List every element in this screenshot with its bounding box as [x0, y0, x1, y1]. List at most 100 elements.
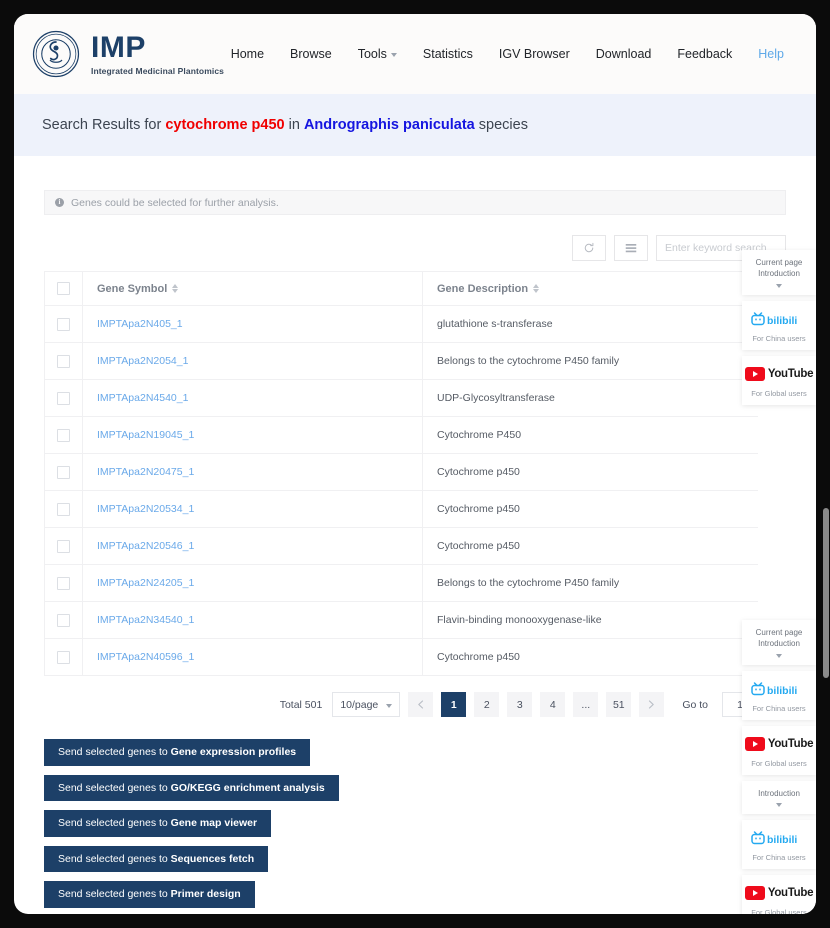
nav-label: Statistics: [422, 47, 473, 61]
bilibili-card[interactable]: bilibili For China users: [742, 300, 816, 350]
action-buttons: Send selected genes to Gene expression p…: [44, 739, 786, 914]
bilibili-logo: bilibili: [751, 309, 807, 329]
gene-symbol-link[interactable]: IMPTApa2N2054_1: [97, 355, 188, 367]
row-checkbox[interactable]: [57, 391, 70, 405]
column-settings-button[interactable]: [614, 235, 648, 261]
select-all-header: [44, 271, 83, 306]
intro-line-2: Introduction: [758, 788, 800, 798]
gene-symbol-link[interactable]: IMPTApa2N24205_1: [97, 577, 194, 589]
gene-symbol-link[interactable]: IMPTApa2N20534_1: [97, 503, 194, 515]
svg-text:bilibili: bilibili: [767, 315, 797, 327]
send-to-gene-map-viewer-button[interactable]: Send selected genes to Gene map viewer: [44, 810, 272, 837]
pagination-total: Total 501: [279, 698, 323, 711]
pagination-page-1[interactable]: 1: [441, 692, 467, 717]
gene-symbol-cell: IMPTApa2N24205_1: [82, 564, 423, 602]
youtube-card[interactable]: YouTube For Global users: [742, 725, 816, 775]
pagination-goto-label: Go to: [682, 698, 708, 711]
chevron-down-icon[interactable]: [776, 283, 782, 288]
page-scrollbar[interactable]: [822, 0, 830, 928]
send-to-primer-design-button[interactable]: Send selected genes to Primer design: [44, 881, 255, 908]
gene-symbol-link[interactable]: IMPTApa2N20546_1: [97, 540, 194, 552]
intro-line-2: Introduction: [758, 638, 800, 648]
bilibili-card[interactable]: bilibili For China users: [742, 820, 816, 870]
row-checkbox[interactable]: [57, 613, 70, 627]
send-to-gene-expression-profiles-button[interactable]: Send selected genes to Gene expression p…: [44, 739, 311, 766]
youtube-card[interactable]: YouTube For Global users: [742, 875, 816, 914]
gene-symbol-link[interactable]: IMPTApa2N40596_1: [97, 651, 194, 663]
pagination-page-3[interactable]: 3: [507, 692, 533, 717]
gene-symbol-link[interactable]: IMPTApa2N4540_1: [97, 392, 188, 404]
nav-item-igv-browser[interactable]: IGV Browser: [499, 47, 570, 61]
sort-icon[interactable]: [172, 284, 179, 293]
chevron-down-icon[interactable]: [776, 803, 782, 808]
row-select-cell: [44, 453, 83, 491]
app-page: IMP Integrated Medicinal Plantomics Home…: [14, 14, 816, 914]
pagination-page-4[interactable]: 4: [540, 692, 566, 717]
action-target: GO/KEGG enrichment analysis: [170, 781, 325, 794]
select-all-checkbox[interactable]: [57, 282, 70, 295]
bilibili-icon: bilibili: [751, 681, 797, 697]
bilibili-card[interactable]: bilibili For China users: [742, 670, 816, 720]
current-page-introduction-card[interactable]: Current page Introduction: [742, 620, 816, 665]
table-row: IMPTApa2N40596_1 Cytochrome p450: [44, 638, 758, 676]
row-select-cell: [44, 564, 83, 602]
nav-item-home[interactable]: Home: [231, 47, 264, 61]
pagination-next[interactable]: [639, 692, 665, 717]
row-select-cell: [44, 490, 83, 528]
refresh-button[interactable]: [572, 235, 606, 261]
brand-logo[interactable]: IMP Integrated Medicinal Plantomics: [32, 30, 224, 78]
gene-symbol-link[interactable]: IMPTApa2N20475_1: [97, 466, 194, 478]
nav-item-feedback[interactable]: Feedback: [677, 47, 732, 61]
header-gene-description[interactable]: Gene Description: [422, 271, 758, 306]
action-prefix: Send selected genes to: [58, 852, 171, 865]
row-checkbox[interactable]: [57, 502, 70, 516]
gene-symbol-link[interactable]: IMPTApa2N34540_1: [97, 614, 194, 626]
scrollbar-thumb[interactable]: [823, 508, 829, 678]
row-checkbox[interactable]: [57, 465, 70, 479]
youtube-logo: YouTube: [744, 734, 814, 754]
youtube-card[interactable]: YouTube For Global users: [742, 355, 816, 405]
chevron-down-icon[interactable]: [776, 653, 782, 658]
nav-item-download[interactable]: Download: [596, 47, 652, 61]
gene-symbol-cell: IMPTApa2N20546_1: [82, 527, 423, 565]
info-alert-text: Genes could be selected for further anal…: [71, 196, 279, 209]
youtube-badge: YouTube: [744, 366, 814, 381]
header-gene-symbol[interactable]: Gene Symbol: [82, 271, 423, 306]
send-to-go-kegg-enrichment-button[interactable]: Send selected genes to GO/KEGG enrichmen…: [44, 774, 339, 801]
nav-item-help[interactable]: Help: [758, 47, 784, 61]
pagination-page-2[interactable]: 2: [474, 692, 500, 717]
nav-item-tools[interactable]: Tools: [358, 47, 397, 61]
row-checkbox[interactable]: [57, 354, 70, 368]
nav-label: Download: [595, 47, 652, 61]
youtube-caption: For Global users: [751, 388, 807, 398]
sort-icon[interactable]: [533, 284, 540, 293]
row-checkbox[interactable]: [57, 428, 70, 442]
row-checkbox[interactable]: [57, 539, 70, 553]
pagination-page-51[interactable]: 51: [606, 692, 632, 717]
pagination-prev[interactable]: [408, 692, 434, 717]
youtube-logo: YouTube: [744, 364, 814, 384]
youtube-caption: For Global users: [751, 908, 807, 914]
page-size-select[interactable]: 10/page: [332, 692, 401, 717]
bilibili-logo: bilibili: [751, 679, 807, 699]
send-to-sequences-fetch-button[interactable]: Send selected genes to Sequences fetch: [44, 845, 269, 872]
current-page-introduction-card-partial[interactable]: Introduction: [742, 780, 816, 815]
nav-item-statistics[interactable]: Statistics: [423, 47, 473, 61]
nav-label: Feedback: [677, 47, 733, 61]
bilibili-icon: bilibili: [751, 831, 797, 846]
row-checkbox[interactable]: [57, 650, 70, 664]
nav-item-browse[interactable]: Browse: [290, 47, 332, 61]
row-checkbox[interactable]: [57, 576, 70, 590]
gene-description-cell: Cytochrome p450: [422, 638, 758, 676]
svg-text:bilibili: bilibili: [767, 834, 797, 846]
gene-symbol-link[interactable]: IMPTApa2N19045_1: [97, 429, 194, 441]
current-page-introduction-card[interactable]: Current page Introduction: [742, 250, 816, 295]
pagination: Total 501 10/page 1 2 3 4 ... 51 Go to 1: [44, 692, 758, 717]
intro-line-1: Current page: [755, 628, 803, 637]
row-checkbox[interactable]: [57, 317, 70, 331]
pagination-ellipsis[interactable]: ...: [573, 692, 599, 717]
table-row: IMPTApa2N24205_1 Belongs to the cytochro…: [44, 564, 758, 602]
side-rail-lower: Current page Introduction bilibili For C…: [742, 620, 816, 914]
gene-symbol-link[interactable]: IMPTApa2N405_1: [97, 318, 183, 330]
row-select-cell: [44, 638, 83, 676]
